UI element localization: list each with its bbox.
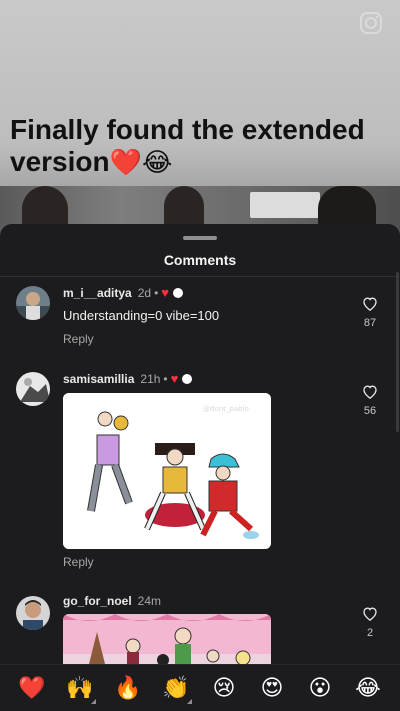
like-count: 87	[363, 317, 377, 329]
heart-outline-icon[interactable]	[362, 384, 378, 399]
camera-icon[interactable]	[358, 10, 384, 36]
drag-handle[interactable]	[183, 236, 217, 240]
comment-username[interactable]: go_for_noel	[63, 594, 132, 608]
comments-sheet: Comments m_i__aditya 2d • ♥ Understanding=0…	[0, 224, 400, 711]
reel-caption: Finally found the extended version❤️😂	[10, 114, 400, 179]
crying-emoji-button[interactable]: 😢	[206, 670, 242, 706]
clap-emoji: 👏	[162, 675, 190, 701]
avatar[interactable]	[16, 286, 50, 320]
white-circle-icon	[173, 288, 183, 298]
heart-outline-icon[interactable]	[362, 606, 378, 621]
caption-emojis: ❤️😂	[109, 148, 173, 178]
raised-hands-emoji-button[interactable]: 🙌	[62, 670, 98, 706]
like-count: 56	[363, 405, 377, 417]
clap-emoji-button[interactable]: 👏	[158, 670, 194, 706]
like-count: 2	[366, 627, 374, 639]
comment-meta: samisamillia 21h • ♥	[63, 371, 193, 386]
caption-text: Finally found the extended version	[10, 114, 365, 177]
like-button[interactable]: 87	[358, 296, 382, 329]
avatar[interactable]	[16, 372, 50, 406]
heart-emoji-button[interactable]: ❤️	[14, 670, 50, 706]
laughing-emoji-button[interactable]: 😂	[350, 670, 386, 706]
like-button[interactable]: 2	[358, 606, 382, 639]
scrollbar[interactable]	[396, 272, 399, 432]
sheet-title: Comments	[163, 252, 237, 268]
comment-username[interactable]: m_i__aditya	[63, 286, 132, 300]
raised-hands-emoji: 🙌	[66, 675, 94, 701]
like-button[interactable]: 56	[358, 384, 382, 417]
red-heart-icon: ♥	[161, 285, 169, 300]
divider	[0, 276, 400, 277]
gif-attachment[interactable]	[63, 614, 271, 666]
gif-attachment[interactable]: @dont_pablo	[63, 393, 271, 549]
reply-button[interactable]: Reply	[63, 332, 94, 346]
gif-watermark: @dont_pablo	[203, 405, 249, 413]
comment-text: Understanding=0 vibe=100	[63, 308, 220, 323]
white-circle-icon	[182, 374, 193, 384]
comment-time: 21h	[140, 372, 161, 386]
reply-button[interactable]: Reply	[63, 555, 94, 569]
surprised-emoji-button[interactable]: 😮	[302, 670, 338, 706]
comment-meta: m_i__aditya 2d • ♥	[63, 286, 183, 300]
comment-username[interactable]: samisamillia	[63, 372, 134, 386]
comment-meta: go_for_noel 24m	[63, 594, 161, 608]
reel-video[interactable]: Finally found the extended version❤️😂	[0, 0, 400, 240]
comment-time: 24m	[137, 594, 162, 608]
avatar[interactable]	[16, 596, 50, 630]
comment-time: 2d	[137, 286, 152, 300]
emoji-reaction-bar: ❤️ 🙌 🔥 👏 😢 😍 😮 😂	[0, 664, 400, 711]
background-sign	[250, 192, 320, 218]
heart-outline-icon[interactable]	[362, 296, 378, 311]
heart-eyes-emoji-button[interactable]: 😍	[254, 670, 290, 706]
fire-emoji-button[interactable]: 🔥	[110, 670, 146, 706]
red-heart-icon: ♥	[170, 371, 179, 386]
